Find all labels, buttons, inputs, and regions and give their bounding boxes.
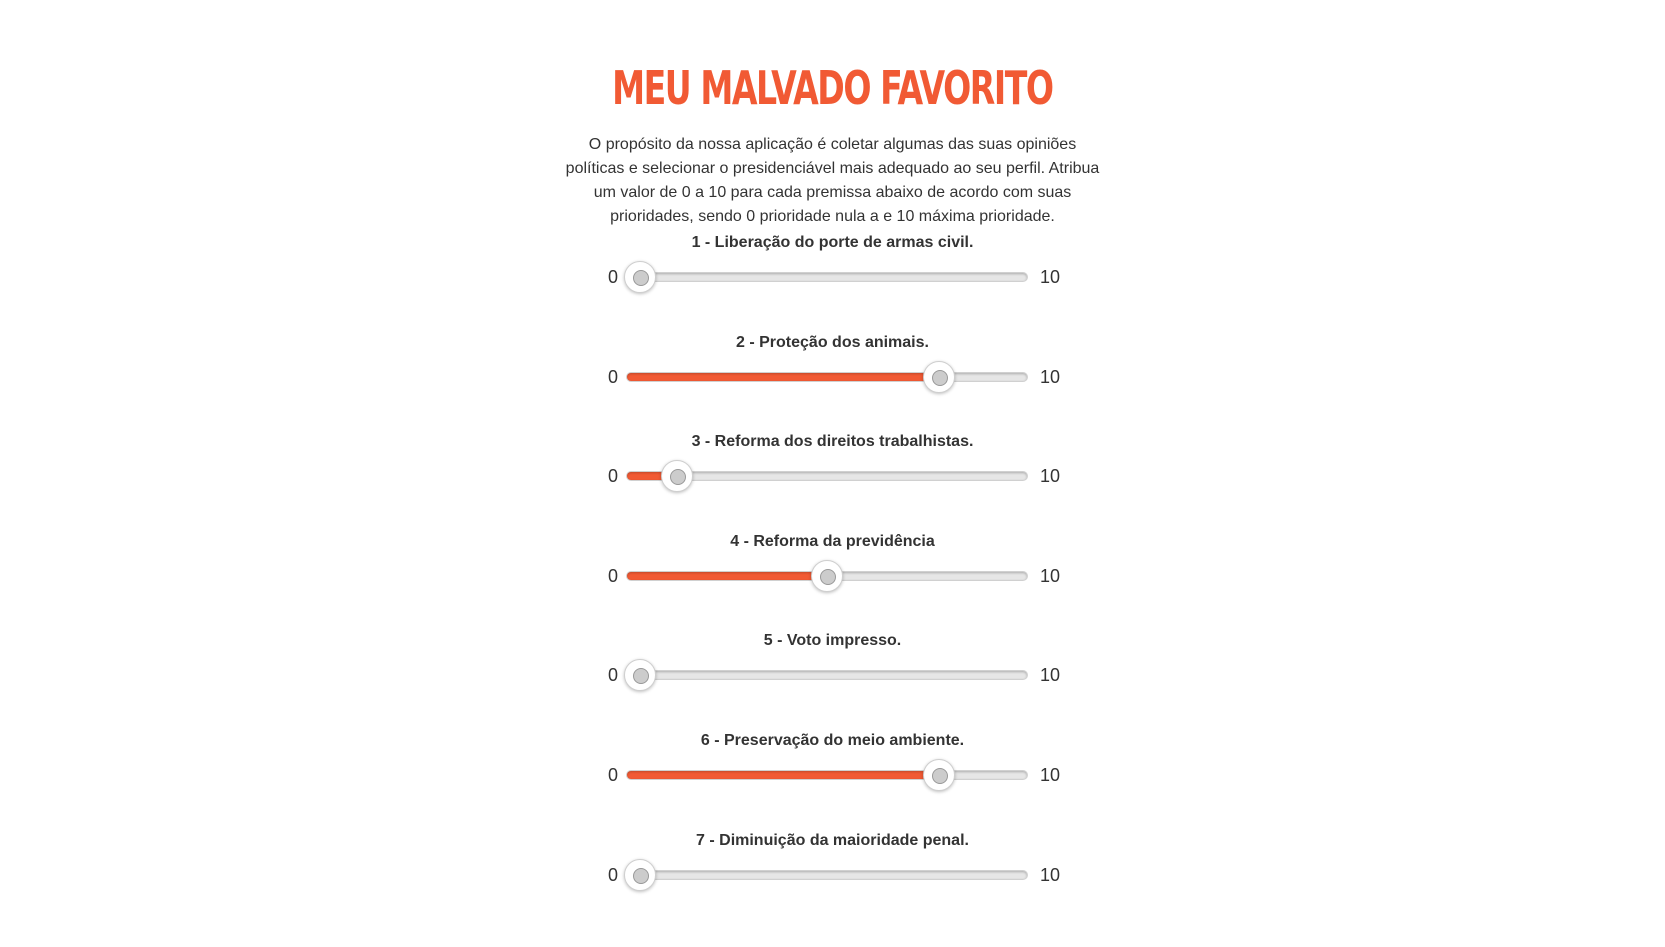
priority-slider-track[interactable] (626, 770, 1028, 780)
slider-min-label: 0 (607, 665, 618, 685)
slider-handle[interactable] (624, 261, 656, 293)
question-4: 4 - Reforma da previdência 0 10 (560, 532, 1105, 622)
slider-min-label: 0 (607, 267, 618, 287)
slider-max-label: 10 (1040, 466, 1061, 486)
question-5: 5 - Voto impresso. 0 10 (560, 631, 1105, 721)
intro-text: O propósito da nossa aplicação é coletar… (565, 136, 1100, 225)
slider-fill (627, 373, 941, 381)
slider-min-label: 0 (607, 466, 618, 486)
slider-handle[interactable] (923, 759, 956, 791)
question-label: 5 - Voto impresso. (763, 632, 902, 649)
slider-handle[interactable] (661, 460, 694, 492)
question-label: 4 - Reforma da previdência (730, 533, 935, 550)
question-label: 3 - Reforma dos direitos trabalhistas. (691, 433, 974, 450)
question-label: 1 - Liberação do porte de armas civil. (691, 234, 974, 251)
priority-slider-track[interactable] (626, 670, 1028, 680)
question-7: 7 - Diminuição da maioridade penal. 0 10 (560, 831, 1105, 921)
slider-min-label: 0 (607, 765, 618, 785)
slider-min-label: 0 (607, 367, 618, 387)
slider-min-label: 0 (607, 566, 618, 586)
question-2: 2 - Proteção dos animais. 0 10 (560, 333, 1105, 423)
slider-handle[interactable] (811, 560, 843, 592)
question-6: 6 - Preservação do meio ambiente. 0 10 (560, 731, 1105, 821)
question-label: 2 - Proteção dos animais. (736, 334, 929, 351)
question-1: 1 - Liberação do porte de armas civil. 0… (560, 233, 1105, 323)
page: MEU MALVADO FAVORITO O propósito da noss… (0, 0, 1665, 947)
question-label: 7 - Diminuição da maioridade penal. (696, 832, 969, 849)
question-3: 3 - Reforma dos direitos trabalhistas. 0… (560, 432, 1105, 522)
priority-slider-track[interactable] (626, 272, 1028, 282)
priority-slider-track[interactable] (626, 870, 1028, 880)
slider-fill (627, 771, 941, 779)
slider-max-label: 10 (1040, 267, 1061, 287)
slider-max-label: 10 (1040, 865, 1061, 885)
slider-handle[interactable] (624, 659, 656, 691)
slider-handle[interactable] (923, 361, 956, 393)
slider-max-label: 10 (1040, 566, 1061, 586)
slider-fill (627, 572, 828, 580)
slider-min-label: 0 (607, 865, 618, 885)
question-label: 6 - Preservação do meio ambiente. (700, 732, 965, 749)
priority-slider-track[interactable] (626, 372, 1028, 382)
page-title: MEU MALVADO FAVORITO (612, 61, 1054, 115)
slider-max-label: 10 (1040, 665, 1061, 685)
slider-max-label: 10 (1040, 367, 1061, 387)
slider-handle[interactable] (624, 859, 656, 891)
slider-max-label: 10 (1040, 765, 1061, 785)
